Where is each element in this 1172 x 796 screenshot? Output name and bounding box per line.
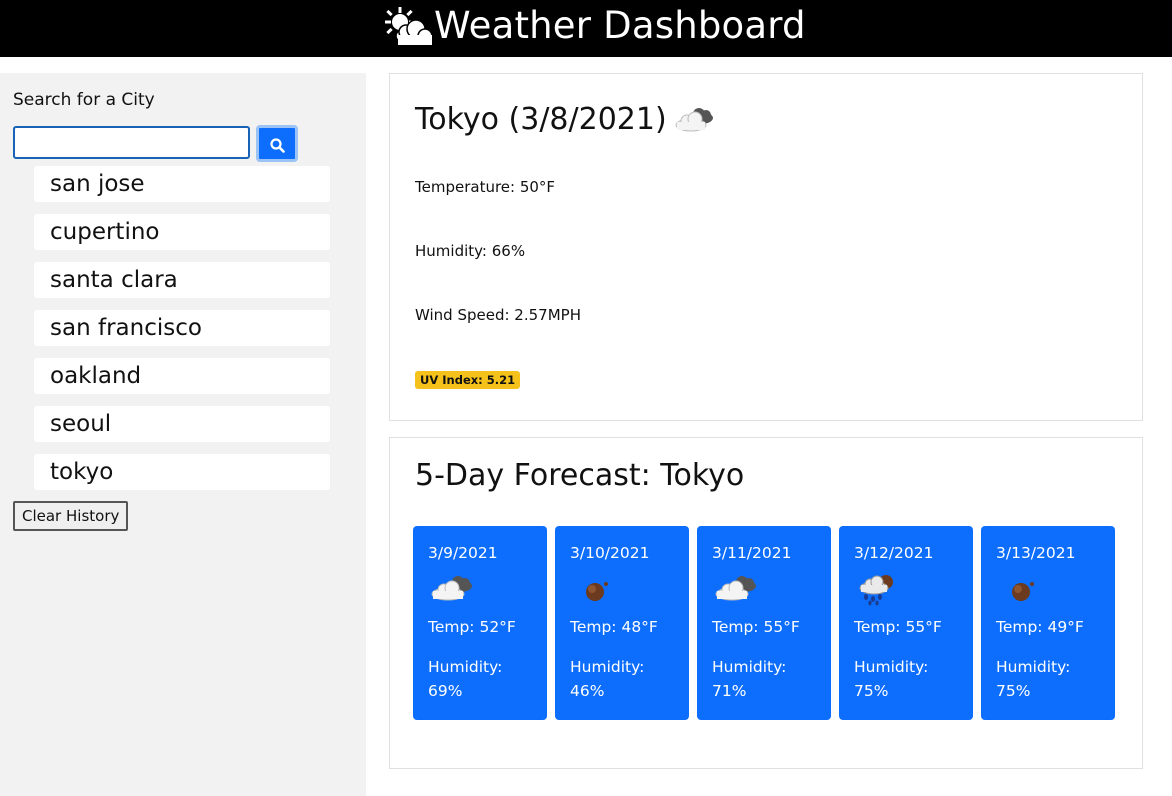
forecast-humidity-label: Humidity: [854,658,929,676]
forecast-day-card: 3/11/2021 Temp: 55°F Humidity: 71% [697,526,831,720]
sun-behind-cloud-icon [382,4,434,48]
history-item-san-francisco[interactable]: san francisco [34,310,330,346]
forecast-date: 3/11/2021 [712,544,792,562]
clear-night-icon [570,572,620,606]
history-item-san-jose[interactable]: san jose [34,166,330,202]
forecast-day-card: 3/9/2021 Temp: 52°F Humidity: 69% [413,526,547,720]
forecast-title: 5-Day Forecast: Tokyo [415,458,745,493]
history-item-tokyo[interactable]: tokyo [34,454,330,490]
broken-clouds-icon [428,572,478,606]
forecast-humidity-label: Humidity: [996,658,1071,676]
forecast-humidity-label: Humidity: [712,658,787,676]
forecast-humidity-label: Humidity: [428,658,503,676]
current-city-title: Tokyo (3/8/2021) [415,102,667,137]
current-title-row: Tokyo (3/8/2021) [415,96,717,144]
forecast-day-card: 3/13/2021 Temp: 49°F Humidity: 75% [981,526,1115,720]
header-title-group: Weather Dashboard [382,4,806,48]
forecast-temp: Temp: 48°F [570,618,658,636]
uv-index-badge: UV Index: 5.21 [415,371,521,389]
forecast-date: 3/13/2021 [996,544,1076,562]
current-temperature: Temperature: 50°F [415,178,556,196]
forecast-humidity-value: 75% [996,682,1031,700]
search-label: Search for a City [13,90,155,110]
forecast-card: 5-Day Forecast: Tokyo 3/9/2021 Temp: 52°… [389,437,1143,769]
forecast-temp: Temp: 49°F [996,618,1084,636]
forecast-temp: Temp: 55°F [854,618,942,636]
forecast-humidity-value: 46% [570,682,605,700]
forecast-date: 3/10/2021 [570,544,650,562]
current-weather-card: Tokyo (3/8/2021) Temperature: 50°F Humid… [389,73,1143,421]
forecast-humidity-value: 75% [854,682,889,700]
forecast-row: 3/9/2021 Temp: 52°F Humidity: 69% 3/10/2… [413,526,1115,720]
clear-history-button[interactable]: Clear History [13,501,129,531]
forecast-date: 3/12/2021 [854,544,934,562]
forecast-date: 3/9/2021 [428,544,498,562]
forecast-temp: Temp: 55°F [712,618,800,636]
history-item-oakland[interactable]: oakland [34,358,330,394]
broken-clouds-icon [673,104,717,136]
app-header: Weather Dashboard [0,0,1172,57]
history-item-cupertino[interactable]: cupertino [34,214,330,250]
forecast-temp: Temp: 52°F [428,618,516,636]
current-wind-speed: Wind Speed: 2.57MPH [415,306,581,324]
forecast-humidity-value: 69% [428,682,463,700]
forecast-humidity-value: 71% [712,682,747,700]
forecast-day-card: 3/12/2021 Temp: 55°F Humidity: 75% [839,526,973,720]
forecast-humidity-label: Humidity: [570,658,645,676]
page-title: Weather Dashboard [434,4,806,47]
clear-night-icon [996,572,1046,606]
history-item-santa-clara[interactable]: santa clara [34,262,330,298]
rain-night-icon [854,572,904,606]
search-history-list: san jose cupertino santa clara san franc… [34,166,330,502]
search-input[interactable] [13,126,250,159]
broken-clouds-icon [712,572,762,606]
current-humidity: Humidity: 66% [415,242,526,260]
search-button[interactable] [256,125,298,162]
search-icon [270,138,285,153]
forecast-day-card: 3/10/2021 Temp: 48°F Humidity: 46% [555,526,689,720]
history-item-seoul[interactable]: seoul [34,406,330,442]
